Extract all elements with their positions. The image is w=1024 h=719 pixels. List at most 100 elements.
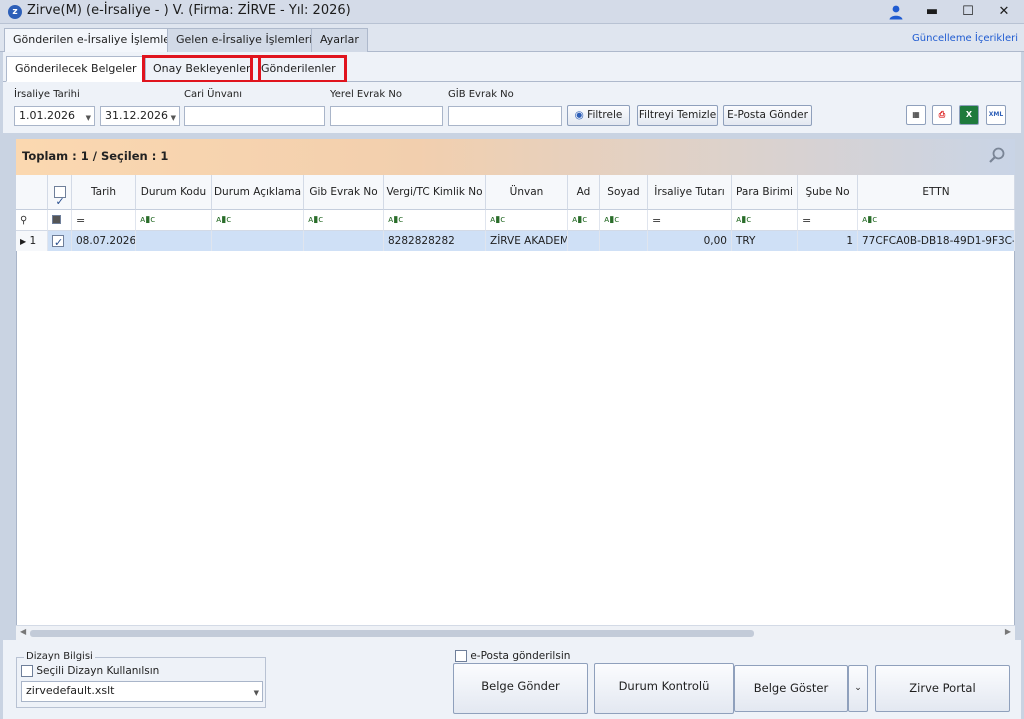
cell-unvan[interactable]: ZİRVE AKADEMİ xyxy=(486,231,568,251)
dizayn-select[interactable]: zirvedefault.xslt ▼ xyxy=(21,681,263,702)
filter-gib-evrak-no[interactable]: ᴀ▮c xyxy=(304,210,384,231)
cell-tarih[interactable]: 08.07.2026 xyxy=(72,231,136,251)
minimize-button[interactable]: ▬ xyxy=(914,0,950,24)
cell-ettn[interactable]: 77CFCA0B-DB18-49D1-9F3C-B2 xyxy=(858,231,1015,251)
excel-icon[interactable]: X xyxy=(959,105,979,125)
filter-ettn[interactable]: ᴀ▮c xyxy=(858,210,1015,231)
cari-unvani-label: Cari Ünvanı xyxy=(184,89,242,100)
tab-ayarlar[interactable]: Ayarlar xyxy=(311,28,368,52)
secili-dizayn-checkbox-row[interactable]: Seçili Dizayn Kullanılsın xyxy=(21,665,159,677)
tab-gonderilenler[interactable]: Gönderilenler xyxy=(250,55,347,83)
xml-icon[interactable]: XML xyxy=(986,105,1006,125)
col-durum-kodu[interactable]: Durum Kodu xyxy=(136,175,212,210)
cell-irsaliye-tutari[interactable]: 0,00 xyxy=(648,231,732,251)
cell-vergi-no[interactable]: 8282828282 xyxy=(384,231,486,251)
user-icon[interactable] xyxy=(888,4,904,20)
scrollbar-thumb[interactable] xyxy=(30,630,754,637)
tab-gonderilecek-belgeler[interactable]: Gönderilecek Belgeler xyxy=(6,56,146,82)
col-sube-no[interactable]: Şube No xyxy=(798,175,858,210)
eposta-gonder-button[interactable]: E-Posta Gönder xyxy=(723,105,812,126)
zirve-portal-button[interactable]: Zirve Portal xyxy=(875,665,1010,712)
close-button[interactable]: ✕ xyxy=(986,0,1022,24)
cari-unvani-input[interactable] xyxy=(184,106,325,126)
secili-dizayn-checkbox[interactable] xyxy=(21,665,33,677)
dizayn-value: zirvedefault.xslt xyxy=(26,684,115,697)
select-all-header[interactable] xyxy=(48,175,72,210)
filtrele-label: Filtrele xyxy=(587,109,623,121)
gib-evrak-no-input[interactable] xyxy=(448,106,562,126)
row-index: 1 xyxy=(29,235,37,247)
col-vergi-no[interactable]: Vergi/TC Kimlik No xyxy=(384,175,486,210)
tab-gelen-irsaliye[interactable]: Gelen e-İrsaliye İşlemleri xyxy=(167,28,322,52)
horizontal-scrollbar[interactable]: ◀ ▶ xyxy=(16,625,1015,640)
gib-evrak-no-label: GİB Evrak No xyxy=(448,89,514,100)
cell-para-birimi[interactable]: TRY xyxy=(732,231,798,251)
chevron-down-icon[interactable]: ▼ xyxy=(254,686,259,700)
row-checkbox[interactable] xyxy=(52,233,64,251)
filter-soyad[interactable]: ᴀ▮c xyxy=(600,210,648,231)
table-row-indicator[interactable]: ▶ 1 xyxy=(16,231,48,251)
filter-durum-kodu[interactable]: ᴀ▮c xyxy=(136,210,212,231)
secili-dizayn-label: Seçili Dizayn Kullanılsın xyxy=(36,665,160,677)
filter-para-birimi[interactable]: ᴀ▮c xyxy=(732,210,798,231)
filter-pin-icon: ⚲ xyxy=(16,210,48,231)
yerel-evrak-no-label: Yerel Evrak No xyxy=(330,89,402,100)
date-to-input[interactable]: 31.12.2026 ▼ xyxy=(100,106,180,126)
filter-checkbox[interactable] xyxy=(52,215,61,224)
filtreyi-temizle-button[interactable]: Filtreyi Temizle xyxy=(637,105,718,126)
qr-code-icon[interactable]: ▦ xyxy=(906,105,926,125)
scroll-left-icon[interactable]: ◀ xyxy=(20,627,26,636)
dizayn-bilgisi-label: Dizayn Bilgisi xyxy=(24,651,95,662)
filter-checkbox-cell[interactable] xyxy=(48,210,72,231)
col-para-birimi[interactable]: Para Birimi xyxy=(732,175,798,210)
maximize-button[interactable]: ☐ xyxy=(950,0,986,24)
row-select-cell[interactable] xyxy=(48,231,72,251)
durum-kontrolu-button[interactable]: Durum Kontrolü xyxy=(594,663,734,714)
eposta-gonderilsin-label: e-Posta gönderilsin xyxy=(470,650,571,662)
eposta-gonderilsin-row[interactable]: e-Posta gönderilsin xyxy=(455,650,570,662)
col-tarih[interactable]: Tarih xyxy=(72,175,136,210)
chevron-down-icon[interactable]: ▼ xyxy=(86,111,91,125)
col-durum-aciklama[interactable]: Durum Açıklama xyxy=(212,175,304,210)
belge-gonder-button[interactable]: Belge Gönder xyxy=(453,663,588,714)
tab-onay-bekleyenler[interactable]: Onay Bekleyenler xyxy=(142,55,262,83)
grid-summary-text: Toplam : 1 / Seçilen : 1 xyxy=(22,149,169,163)
date-to-value: 31.12.2026 xyxy=(105,109,168,122)
pdf-icon[interactable]: ⎙ xyxy=(932,105,952,125)
cell-sube-no[interactable]: 1 xyxy=(798,231,858,251)
col-soyad[interactable]: Soyad xyxy=(600,175,648,210)
filter-tarih[interactable]: = xyxy=(72,210,136,231)
belge-goster-dropdown[interactable]: ⌄ xyxy=(848,665,868,712)
filter-durum-aciklama[interactable]: ᴀ▮c xyxy=(212,210,304,231)
date-from-input[interactable]: 1.01.2026 ▼ xyxy=(14,106,95,126)
tab-gonderilen-irsaliye[interactable]: Gönderilen e-İrsaliye İşlemleri xyxy=(4,28,187,53)
cell-ad[interactable] xyxy=(568,231,600,251)
filter-ad[interactable]: ᴀ▮c xyxy=(568,210,600,231)
eposta-gonderilsin-checkbox[interactable] xyxy=(455,650,467,662)
select-all-checkbox[interactable] xyxy=(53,184,66,209)
scroll-right-icon[interactable]: ▶ xyxy=(1005,627,1011,636)
belge-goster-button[interactable]: Belge Göster xyxy=(734,665,848,712)
chevron-down-icon: ⌄ xyxy=(854,683,862,693)
row-pointer-icon: ▶ xyxy=(20,237,27,246)
cell-gib-evrak-no[interactable] xyxy=(304,231,384,251)
guncelleme-icerikleri-link[interactable]: Güncelleme İçerikleri xyxy=(912,33,1018,44)
filter-sube-no[interactable]: = xyxy=(798,210,858,231)
filter-irsaliye-tutari[interactable]: = xyxy=(648,210,732,231)
chevron-down-icon[interactable]: ▼ xyxy=(171,111,176,125)
filter-unvan[interactable]: ᴀ▮c xyxy=(486,210,568,231)
eye-icon: ◉ xyxy=(574,109,584,121)
filter-vergi-no[interactable]: ᴀ▮c xyxy=(384,210,486,231)
yerel-evrak-no-input[interactable] xyxy=(330,106,443,126)
col-ad[interactable]: Ad xyxy=(568,175,600,210)
col-irsaliye-tutari[interactable]: İrsaliye Tutarı xyxy=(648,175,732,210)
search-icon[interactable] xyxy=(988,146,1006,164)
row-indicator-header xyxy=(16,175,48,210)
col-gib-evrak-no[interactable]: Gib Evrak No xyxy=(304,175,384,210)
cell-soyad[interactable] xyxy=(600,231,648,251)
cell-durum-aciklama[interactable] xyxy=(212,231,304,251)
cell-durum-kodu[interactable] xyxy=(136,231,212,251)
col-unvan[interactable]: Ünvan xyxy=(486,175,568,210)
filtrele-button[interactable]: ◉ Filtrele xyxy=(567,105,630,126)
col-ettn[interactable]: ETTN xyxy=(858,175,1015,210)
